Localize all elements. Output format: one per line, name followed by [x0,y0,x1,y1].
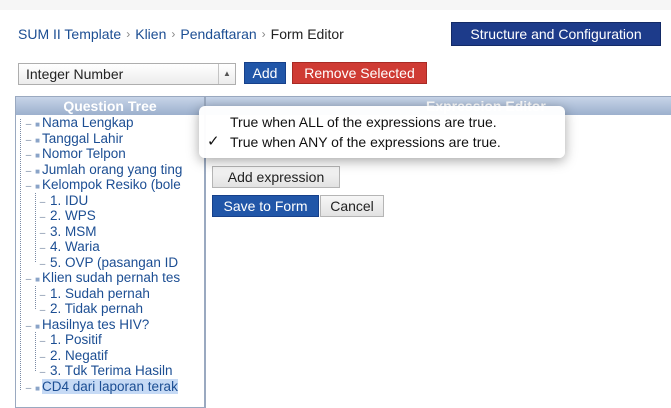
add-button[interactable]: Add [244,62,286,84]
tree-question-item[interactable]: – ■ Jumlah orang yang ting [16,162,204,178]
cancel-button[interactable]: Cancel [320,195,384,217]
breadcrumb-link-pendaftaran[interactable]: Pendaftaran [180,26,256,42]
tree-item-label: Klien sudah pernah tes [42,270,181,285]
tree-item-label: 2. Negatif [50,347,108,363]
tree-option-item[interactable]: –3. Tdk Terima Hasiln [16,363,204,379]
breadcrumb-link-klien[interactable]: Klien [135,26,166,42]
tree-item-label: 1. Sudah pernah [50,285,150,301]
tree-guide-line [35,285,36,309]
tree-item-label: 4. Waria [50,239,100,254]
breadcrumb-separator-icon: › [171,27,176,41]
tree-option-item[interactable]: –1. IDU [16,193,204,209]
breadcrumb-current: Form Editor [270,26,344,42]
menu-item-label: True when ANY of the expressions are tru… [230,134,501,150]
select-arrow-icon: ▲ [218,64,235,84]
tree-item-label: Kelompok Resiko (bole [42,177,181,192]
tree-item-label: 5. OVP (pasangan ID [50,254,179,270]
tree-item-label: 3. MSM [50,223,97,239]
tree-item-label: Nomor Telpon [42,146,126,161]
tree-item-label: 2. Tidak pernah [50,301,144,316]
tree-question-item[interactable]: – ■ Klien sudah pernah tes [16,270,204,286]
tree-option-item[interactable]: –2. Tidak pernah [16,301,204,317]
breadcrumb-link-template[interactable]: SUM II Template [18,26,121,42]
question-tree-panel: Question Tree – ■ Nama Lengkap – ■ Tanggal La… [15,96,205,408]
tree-item-label: Jumlah orang yang ting [42,161,183,177]
menu-item-all-true[interactable]: True when ALL of the expressions are tru… [199,112,565,132]
tree-question-item[interactable]: – ■ Tanggal Lahir [16,131,204,147]
tree-guide-line [35,332,36,371]
tree-guide-line [20,119,21,391]
match-mode-menu: True when ALL of the expressions are tru… [199,106,565,158]
top-strip [0,0,671,10]
tree-option-item[interactable]: –1. Sudah pernah [16,286,204,302]
tree-item-label: Tanggal Lahir [42,130,124,146]
tree-option-item[interactable]: –1. Positif [16,332,204,348]
remove-selected-button[interactable]: Remove Selected [292,62,427,84]
tree-question-item[interactable]: – ■ Nama Lengkap [16,115,204,131]
tree-item-label: CD4 dari laporan terak [42,378,178,394]
question-tree-title: Question Tree [16,97,204,115]
tree-item-label: 2. WPS [50,208,96,223]
tree-option-item[interactable]: –4. Waria [16,239,204,255]
tree-question-item[interactable]: – ■ Kelompok Resiko (bole [16,177,204,193]
tree-question-item[interactable]: – ■ Hasilnya tes HIV? [16,317,204,333]
checkmark-icon: ✓ [207,133,220,150]
breadcrumb-separator-icon: › [126,27,131,41]
tree-option-item[interactable]: –5. OVP (pasangan ID [16,255,204,271]
tree-item-label: 1. IDU [50,192,89,208]
breadcrumb-separator-icon: › [261,27,266,41]
menu-item-any-true[interactable]: ✓ True when ANY of the expressions are t… [199,132,565,152]
tree-guide-line [35,192,36,263]
tree-option-item[interactable]: –2. Negatif [16,348,204,364]
tree-item-label: 1. Positif [50,332,102,347]
breadcrumb: SUM II Template › Klien › Pendaftaran › … [18,25,344,43]
tree-item-label: Hasilnya tes HIV? [42,316,150,332]
question-type-value: Integer Number [26,66,124,82]
tree-option-item[interactable]: –3. MSM [16,224,204,240]
tree-item-label: Nama Lengkap [42,115,134,130]
tree-branch-icon: – [25,382,32,394]
tree-question-item[interactable]: – ■ CD4 dari laporan terak [16,378,204,395]
tree-question-item[interactable]: – ■ Nomor Telpon [16,146,204,162]
tree-item-label: 3. Tdk Terima Hasiln [50,363,173,378]
menu-item-label: True when ALL of the expressions are tru… [230,114,497,130]
save-to-form-button[interactable]: Save to Form [212,195,319,217]
structure-and-configuration-button[interactable]: Structure and Configuration [451,22,661,46]
add-expression-button[interactable]: Add expression [212,166,340,188]
tree-option-item[interactable]: –2. WPS [16,208,204,224]
question-icon: ■ [35,383,40,393]
question-type-select[interactable]: Integer Number ▲ [18,63,236,85]
question-tree: – ■ Nama Lengkap – ■ Tanggal Lahir – ■ Nomor Tel… [16,115,204,394]
